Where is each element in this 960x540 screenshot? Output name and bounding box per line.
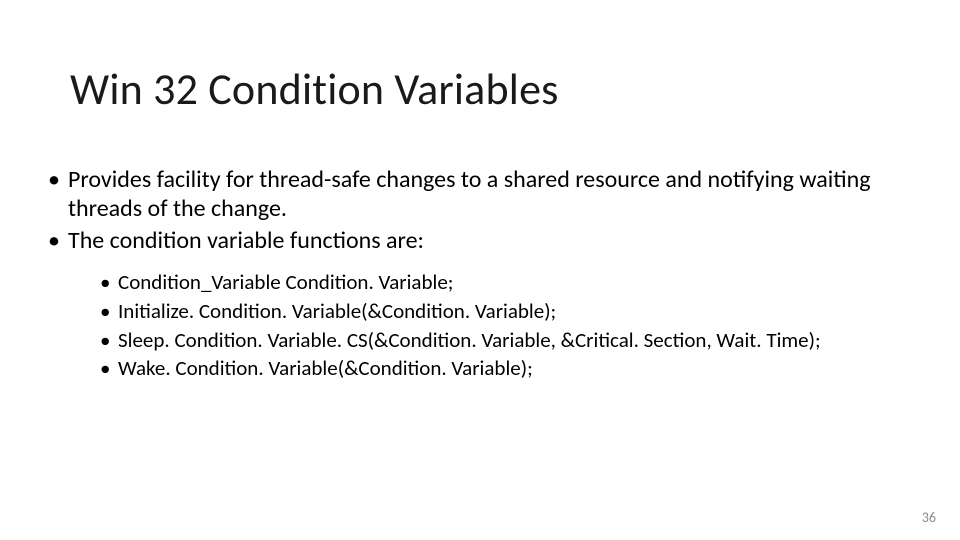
bullet-text: Initialize. Condition. Variable(&Conditi…	[118, 298, 556, 324]
slide-body: Provides facility for thread-safe change…	[48, 165, 908, 384]
page-number: 36	[922, 509, 936, 526]
bullet-level1: The condition variable functions are:	[48, 226, 908, 255]
bullet-text: Wake. Condition. Variable(&Condition. Va…	[118, 355, 533, 381]
bullet-level2: Initialize. Condition. Variable(&Conditi…	[100, 298, 908, 325]
bullet-level2: Wake. Condition. Variable(&Condition. Va…	[100, 355, 908, 382]
bullet-level2: Condition_Variable Condition. Variable;	[100, 269, 908, 296]
sub-bullet-list: Condition_Variable Condition. Variable; …	[100, 269, 908, 383]
bullet-level2: Sleep. Condition. Variable. CS(&Conditio…	[100, 327, 908, 354]
bullet-level1: Provides facility for thread-safe change…	[48, 165, 908, 224]
bullet-text: Sleep. Condition. Variable. CS(&Conditio…	[118, 327, 821, 353]
bullet-text: The condition variable functions are:	[68, 226, 424, 255]
bullet-text: Condition_Variable Condition. Variable;	[118, 269, 453, 295]
slide: Win 32 Condition Variables Provides faci…	[0, 0, 960, 540]
bullet-text: Provides facility for thread-safe change…	[68, 165, 871, 223]
slide-title: Win 32 Condition Variables	[70, 62, 559, 116]
